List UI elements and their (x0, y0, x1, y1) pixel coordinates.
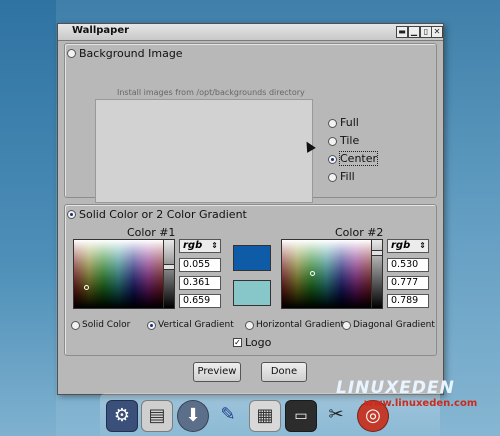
window-title: Wallpaper (72, 25, 130, 36)
color2-heading: Color #2 (335, 226, 384, 239)
mode-horizontal-label: Horizontal Gradient (256, 320, 344, 330)
close-button[interactable]: ✕ (431, 26, 443, 38)
color1-r-field[interactable]: 0.055 (179, 258, 221, 272)
background-image-label: Background Image (79, 47, 183, 60)
color1-g-field[interactable]: 0.361 (179, 276, 221, 290)
preview-button[interactable]: Preview (193, 362, 241, 382)
title-bar[interactable]: Wallpaper ▬ ▁ ▯ ✕ (58, 24, 443, 41)
solid-color-label: Solid Color or 2 Color Gradient (79, 208, 247, 221)
mode-solid-radio[interactable] (71, 321, 80, 330)
download-icon[interactable]: ⬇ (177, 400, 209, 432)
color1-value-slider[interactable] (163, 239, 175, 309)
logo-label: Logo (245, 336, 272, 349)
image-list[interactable] (95, 99, 313, 203)
color1-b-field[interactable]: 0.659 (179, 294, 221, 308)
done-button[interactable]: Done (261, 362, 307, 382)
mode-solid-label: Solid Color (82, 320, 131, 330)
background-image-group: Background Image Install images from /op… (64, 43, 437, 203)
color2-picker-marker (310, 271, 315, 276)
color1-mode-select[interactable]: rgb ⇕ (179, 239, 221, 253)
watermark: LINUXEDEN www.linuxeden.com (336, 378, 477, 409)
color1-mode-value: rgb (183, 240, 203, 251)
watermark-brand: LINUXEDEN (336, 378, 455, 398)
color1-swatch (233, 245, 271, 271)
runner-icon[interactable]: ⚙ (106, 400, 138, 432)
install-hint: Install images from /opt/backgrounds dir… (117, 88, 305, 97)
scanner-icon[interactable]: ▤ (141, 400, 173, 432)
solid-color-group: Solid Color or 2 Color Gradient Color #1… (64, 204, 437, 356)
mode-diagonal-label: Diagonal Gradient (353, 320, 435, 330)
color2-value-slider[interactable] (371, 239, 383, 309)
option-center-radio[interactable] (328, 155, 337, 164)
color2-mode-value: rgb (391, 240, 411, 251)
mode-horizontal-radio[interactable] (245, 321, 254, 330)
color2-mode-select[interactable]: rgb ⇕ (387, 239, 429, 253)
color2-r-field[interactable]: 0.530 (387, 258, 429, 272)
option-fill-radio[interactable] (328, 173, 337, 182)
color1-picker-marker (84, 285, 89, 290)
solid-color-radio[interactable] (67, 210, 76, 219)
color2-g-field[interactable]: 0.777 (387, 276, 429, 290)
color2-swatch (233, 280, 271, 306)
logo-checkbox[interactable]: ✓ (233, 338, 242, 347)
updown-arrow-icon: ⇕ (419, 241, 426, 250)
color1-slider-knob[interactable] (163, 264, 175, 270)
updown-arrow-icon: ⇕ (211, 241, 218, 250)
color1-heading: Color #1 (127, 226, 176, 239)
terminal-icon[interactable]: ▭ (285, 400, 317, 432)
option-tile-radio[interactable] (328, 137, 337, 146)
color2-slider-knob[interactable] (371, 250, 383, 256)
color2-b-field[interactable]: 0.789 (387, 294, 429, 308)
watermark-site: www.linuxeden.com (364, 398, 478, 409)
option-full-label: Full (340, 116, 359, 129)
option-center-label: Center (338, 151, 379, 166)
minimize-button[interactable]: ▁ (408, 26, 420, 38)
option-full-radio[interactable] (328, 119, 337, 128)
option-fill-label: Fill (340, 170, 355, 183)
mode-vertical-radio[interactable] (147, 321, 156, 330)
brush-icon[interactable]: ✎ (213, 400, 243, 430)
shade-button[interactable]: ▬ (396, 26, 408, 38)
wallpaper-window: Wallpaper ▬ ▁ ▯ ✕ Background Image Insta… (57, 23, 444, 395)
mode-diagonal-radio[interactable] (342, 321, 351, 330)
color2-picker[interactable] (281, 239, 372, 309)
calculator-icon[interactable]: ▦ (249, 400, 281, 432)
mode-vertical-label: Vertical Gradient (158, 320, 234, 330)
color1-picker[interactable] (73, 239, 164, 309)
option-tile-label: Tile (340, 134, 360, 147)
desktop-background (0, 0, 56, 436)
background-image-radio[interactable] (67, 49, 76, 58)
